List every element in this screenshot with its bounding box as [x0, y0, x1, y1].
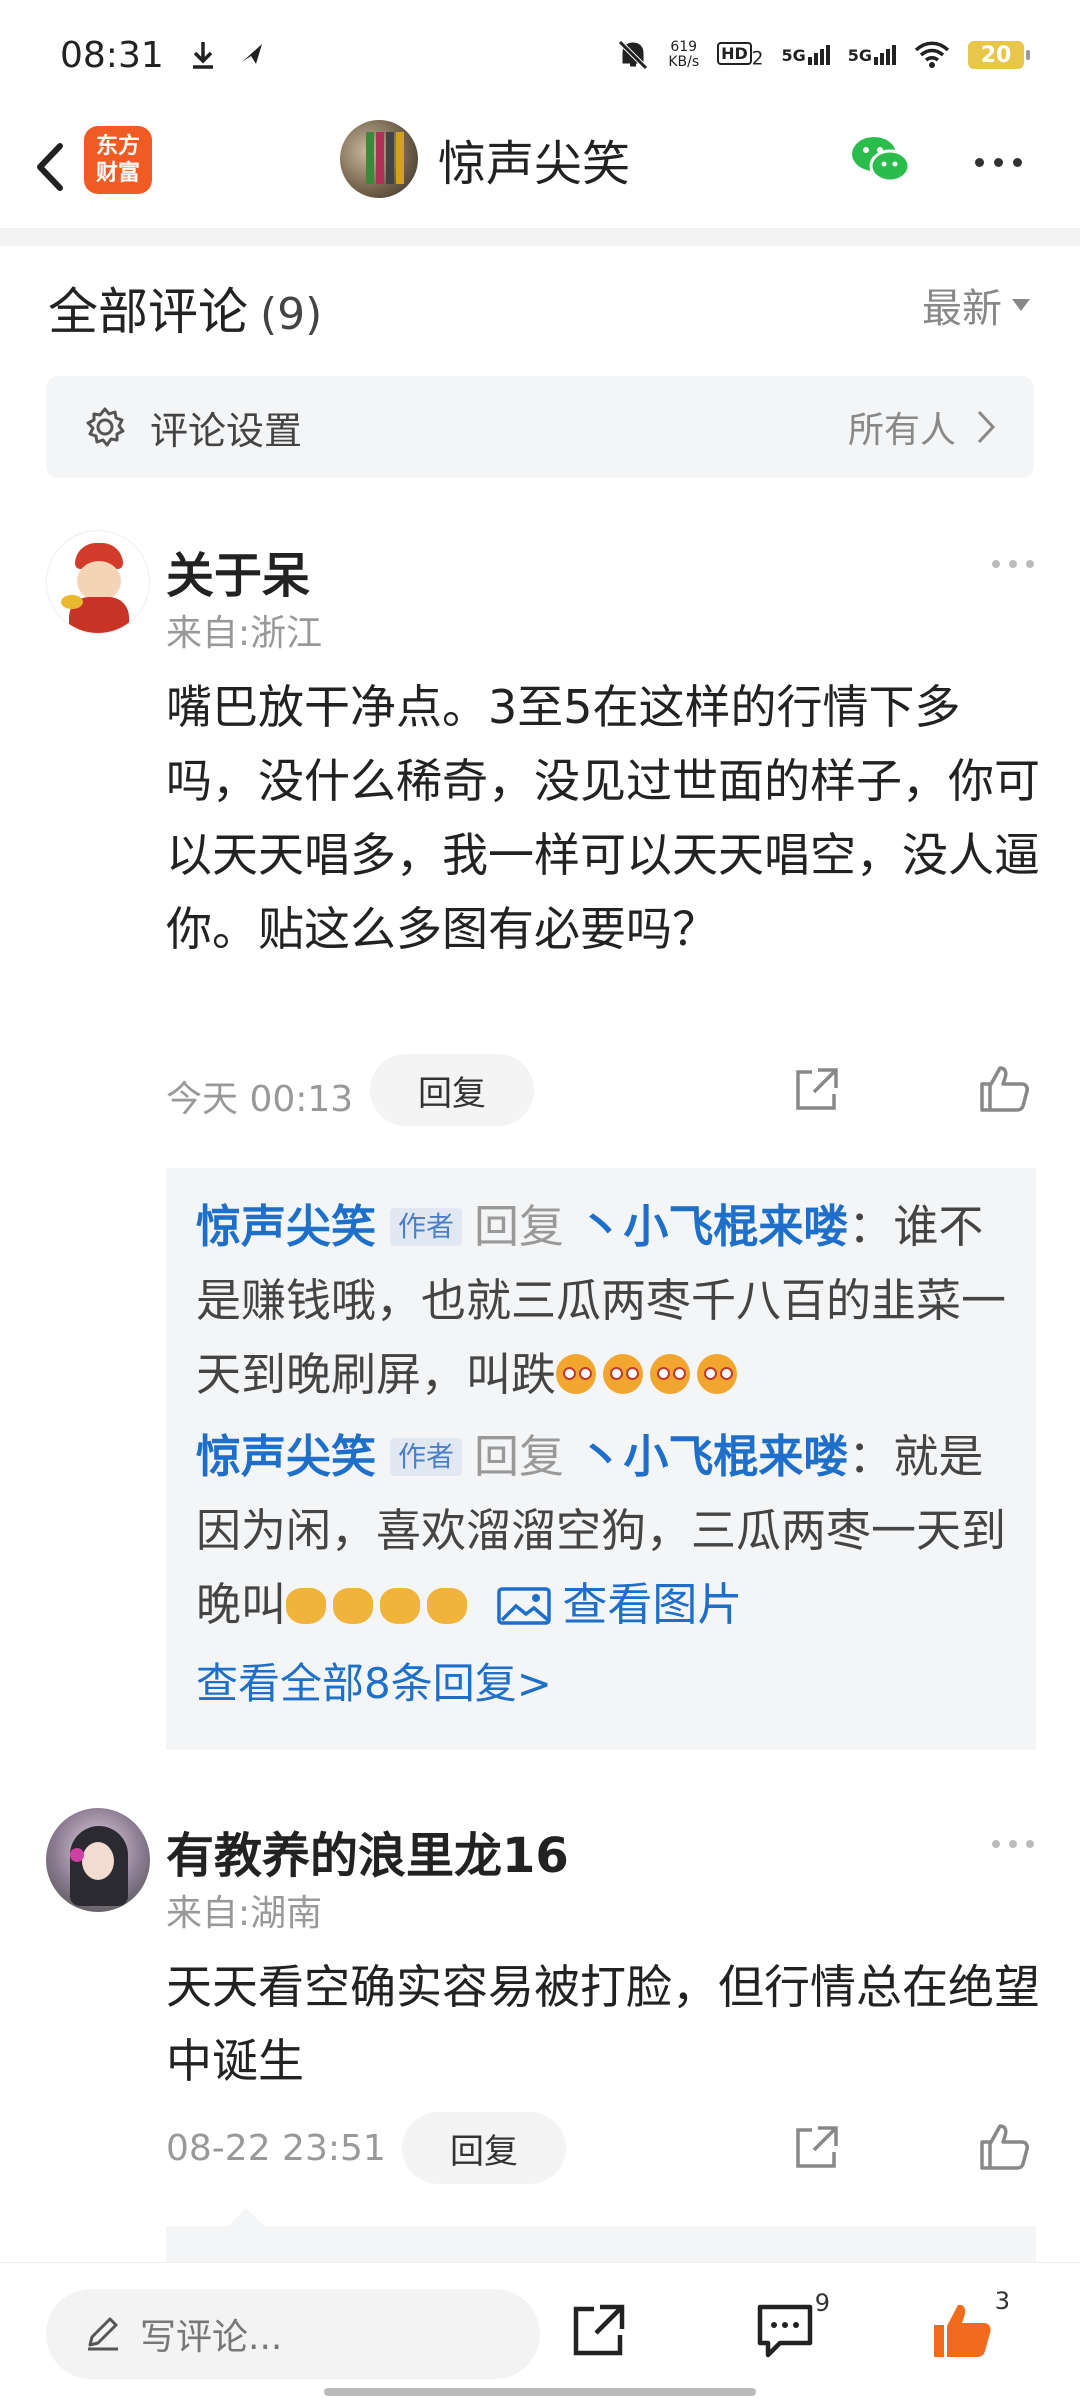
like-count-badge: 3: [994, 2287, 1010, 2315]
chevron-down-icon: [1012, 299, 1030, 311]
author-tag: 作者: [390, 1208, 463, 1246]
reply-item[interactable]: 惊声尖笑 作者 回复 丶小飞棍来喽：就是因为闲，喜欢溜溜空狗，三瓜两枣一天到晚叫 查…: [196, 1420, 1006, 1642]
comment-text: 天天看空确实容易被打脸，但行情总在绝望中诞生: [166, 1960, 1040, 2088]
avatar[interactable]: [46, 1808, 150, 1912]
battery-indicator: 20: [968, 41, 1030, 69]
write-comment-placeholder: 写评论...: [140, 2317, 283, 2358]
network-speed: 619 KB/s: [668, 39, 700, 70]
header-divider: [0, 228, 1080, 246]
comment-bubble-icon: [757, 2304, 813, 2358]
chevron-right-icon: [977, 410, 996, 444]
signal-5g-2: 5G: [848, 45, 896, 65]
header-title: 惊声尖笑: [438, 136, 631, 192]
comment-text: 嘴巴放干净点。3至5在这样的行情下多吗，没什么稀奇，没见过世面的样子，你可以天天…: [166, 680, 1040, 956]
thumbs-up-filled-icon: [934, 2304, 991, 2357]
emoji-icon: [697, 1354, 738, 1394]
settings-label: 评论设置: [150, 408, 303, 453]
more-options-icon[interactable]: [975, 158, 1022, 167]
settings-value: 所有人: [847, 410, 956, 451]
comment-username[interactable]: 关于呆: [166, 536, 310, 606]
replies-panel: 惊声尖笑 作者 回复 丶小飞棍来喽：谁不是赚钱哦，也就三瓜两枣千八百的韭菜一天到晚刷…: [166, 1168, 1036, 1750]
replies-caret: [228, 2208, 264, 2226]
share-icon[interactable]: [790, 1064, 842, 1116]
share-icon[interactable]: [568, 2301, 628, 2361]
reply-word: 回复: [474, 1430, 565, 1483]
avatar[interactable]: [46, 530, 150, 634]
comment-more-icon[interactable]: [992, 1840, 1034, 1848]
mute-bell-icon: [618, 40, 649, 70]
reply-target[interactable]: 丶小飞棍来喽: [578, 1430, 848, 1483]
view-image-link[interactable]: 查看图片: [488, 1578, 742, 1631]
cat-emoji-icon: [286, 1588, 327, 1624]
pencil-icon: [88, 2317, 118, 2351]
like-thumb-icon[interactable]: [978, 2120, 1032, 2174]
comment-time: 08-22 23:51: [166, 2128, 386, 2169]
like-count-button[interactable]: 3: [930, 2287, 1010, 2365]
sort-dropdown[interactable]: 最新: [922, 276, 1030, 334]
cat-emoji-icon: [333, 1588, 374, 1624]
author-tag: 作者: [390, 1438, 463, 1476]
emoji-icon: [650, 1354, 691, 1394]
emoji-icon: [603, 1354, 644, 1394]
comment-more-icon[interactable]: [992, 560, 1034, 568]
status-bar: 08:31 619 KB/s HD 2 5G 5G 20: [0, 0, 1080, 110]
comment-time: 今天 00:13: [166, 1079, 354, 1120]
reply-item[interactable]: 惊声尖笑 作者 回复 丶小飞棍来喽：谁不是赚钱哦，也就三瓜两枣千八百的韭菜一天到晚刷…: [196, 1190, 1006, 1412]
header-author[interactable]: 惊声尖笑: [340, 120, 630, 198]
author-avatar[interactable]: [340, 120, 418, 198]
comment-location: 来自:浙江: [166, 613, 323, 654]
reply-author[interactable]: 惊声尖笑: [196, 1200, 376, 1253]
reply-target[interactable]: 丶小飞棍来喽: [578, 1200, 848, 1253]
back-arrow-icon[interactable]: [22, 132, 82, 202]
comment-count-button[interactable]: 9: [756, 2289, 830, 2363]
reply-word: 回复: [474, 1200, 565, 1253]
wifi-icon: [914, 41, 950, 68]
reply-button[interactable]: 回复: [402, 2112, 566, 2184]
home-indicator: [324, 2388, 756, 2396]
wechat-share-icon[interactable]: [850, 134, 912, 186]
view-all-replies-link[interactable]: 查看全部8条回复>: [196, 1650, 1006, 1711]
hd-badge: HD 2: [717, 40, 763, 70]
comment-username[interactable]: 有教养的浪里龙16: [166, 1816, 569, 1886]
download-icon: [192, 42, 213, 69]
image-icon: [497, 1587, 552, 1625]
replies-panel: [166, 2226, 1036, 2266]
share-icon[interactable]: [790, 2122, 842, 2174]
comment-count-badge: 9: [814, 2289, 830, 2317]
signal-5g-1: 5G: [781, 45, 830, 65]
reply-button[interactable]: 回复: [370, 1054, 534, 1126]
reply-author[interactable]: 惊声尖笑: [196, 1430, 376, 1483]
write-comment-input[interactable]: 写评论...: [46, 2289, 540, 2379]
top-header: 东方 财富 惊声尖笑: [0, 110, 1080, 228]
send-icon: [241, 44, 262, 64]
cat-emoji-icon: [427, 1588, 468, 1624]
like-thumb-icon[interactable]: [978, 1062, 1032, 1116]
comment-settings-row[interactable]: 评论设置 所有人: [46, 376, 1034, 478]
gear-icon: [86, 407, 125, 447]
comment-location: 来自:湖南: [166, 1893, 323, 1934]
cat-emoji-icon: [380, 1588, 421, 1624]
status-right-icons: 619 KB/s HD 2 5G 5G 20: [616, 38, 1030, 72]
comments-heading: 全部评论 (9): [48, 283, 323, 341]
bottom-action-bar: 写评论... 9 3: [0, 2262, 1080, 2400]
status-time: 08:31: [60, 34, 164, 76]
status-left-icons: [190, 40, 266, 70]
emoji-icon: [556, 1354, 597, 1394]
app-logo[interactable]: 东方 财富: [84, 126, 152, 194]
